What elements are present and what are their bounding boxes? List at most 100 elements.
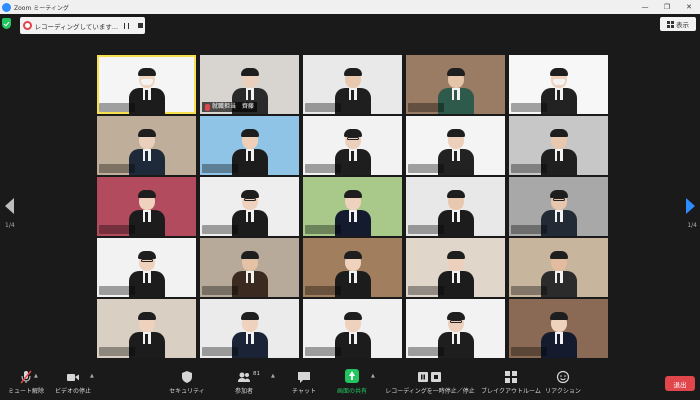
participant-hair (240, 190, 259, 198)
eyeglasses (140, 259, 153, 262)
participant-video-tile[interactable] (200, 177, 299, 236)
participants-count: 81 (253, 371, 260, 377)
participant-video-tile[interactable] (303, 299, 402, 358)
maximize-button[interactable]: ❐ (656, 0, 678, 14)
participant-name-plate (202, 347, 238, 356)
participant-video-tile[interactable] (509, 116, 608, 175)
necktie (248, 334, 251, 344)
recording-controls-icon (417, 369, 443, 383)
participant-name-plate (202, 286, 238, 295)
video-options-chevron-icon[interactable]: ▲ (90, 373, 94, 379)
participant-video-tile[interactable] (97, 55, 196, 114)
close-button[interactable]: ✕ (678, 0, 700, 14)
previous-page-arrow-icon[interactable] (5, 198, 14, 214)
participant-hair (446, 68, 465, 76)
participant-hair (137, 190, 156, 198)
pause-recording-button[interactable] (122, 21, 131, 31)
participant-video-tile[interactable] (406, 299, 505, 358)
participant-video-tile[interactable] (97, 116, 196, 175)
participant-video-tile[interactable] (406, 55, 505, 114)
necktie (454, 151, 457, 161)
participant-video-tile[interactable] (200, 238, 299, 297)
zoom-meeting-window: Zoom ミーティング — ❐ ✕ レコーディングしています... 表示 1/4… (0, 0, 700, 400)
eyeglasses (449, 320, 462, 323)
necktie (557, 212, 560, 222)
participant-hair (549, 68, 568, 76)
participant-name-plate (408, 347, 444, 356)
necktie (351, 90, 354, 100)
reactions-label: リアクション (545, 388, 581, 395)
security-shield-icon (180, 369, 194, 383)
share-screen-button[interactable]: 画面の共有 (332, 360, 372, 400)
video-camera-icon (66, 369, 80, 383)
participant-video-tile[interactable] (509, 177, 608, 236)
participants-options-chevron-icon[interactable]: ▲ (271, 373, 275, 379)
security-button[interactable]: セキュリティ (164, 360, 210, 400)
participant-name-plate (99, 225, 135, 234)
necktie (248, 151, 251, 161)
necktie (351, 212, 354, 222)
participant-name-plate (511, 103, 547, 112)
meeting-toolbar: ミュート解除 ▲ ビデオの停止 ▲ セキュリティ 参加者 81 ▲ チャット 画… (0, 360, 700, 400)
view-label: 表示 (676, 21, 689, 29)
page-indicator-right: 1/4 (687, 222, 697, 229)
participant-video-tile[interactable] (406, 177, 505, 236)
necktie (248, 90, 251, 100)
reactions-button[interactable]: リアクション (544, 360, 582, 400)
leave-meeting-button[interactable]: 退出 (665, 376, 695, 391)
participant-name-plate (99, 164, 135, 173)
share-options-chevron-icon[interactable]: ▲ (371, 373, 375, 379)
stop-video-button[interactable]: ビデオの停止 (50, 360, 96, 400)
participant-video-tile[interactable] (200, 116, 299, 175)
participant-video-tile[interactable] (303, 55, 402, 114)
stop-icon (137, 23, 143, 28)
unmute-button[interactable]: ミュート解除 (4, 360, 48, 400)
participant-hair (240, 129, 259, 137)
next-page-arrow-icon[interactable] (686, 198, 695, 214)
necktie (351, 273, 354, 283)
participant-video-tile[interactable] (509, 238, 608, 297)
recording-icon (23, 21, 32, 30)
chat-button[interactable]: チャット (290, 360, 318, 400)
participant-video-tile[interactable] (97, 299, 196, 358)
participant-name-plate (99, 347, 135, 356)
audio-options-chevron-icon[interactable]: ▲ (34, 373, 38, 379)
participant-video-tile[interactable] (303, 238, 402, 297)
participant-video-tile[interactable] (509, 55, 608, 114)
zoom-logo-icon (2, 2, 11, 12)
necktie (145, 334, 148, 344)
participants-button[interactable]: 参加者 (226, 360, 262, 400)
participants-label: 参加者 (234, 388, 253, 395)
minimize-button[interactable]: — (634, 0, 656, 14)
participants-icon (237, 369, 251, 383)
breakout-rooms-button[interactable]: ブレイクアウトルーム (481, 360, 541, 400)
view-button[interactable]: 表示 (660, 17, 696, 31)
participant-hair (240, 312, 259, 320)
stop-recording-button[interactable] (136, 21, 145, 31)
participant-name-plate (511, 347, 547, 356)
participant-hair (343, 251, 362, 259)
necktie (454, 334, 457, 344)
window-controls: — ❐ ✕ (634, 0, 700, 14)
participant-video-tile[interactable] (406, 238, 505, 297)
participant-video-tile[interactable] (97, 177, 196, 236)
participant-video-tile[interactable] (406, 116, 505, 175)
necktie (351, 151, 354, 161)
participant-hair (240, 251, 259, 259)
participant-video-tile[interactable]: 就職担当 齊藤 (200, 55, 299, 114)
participant-hair (343, 312, 362, 320)
participant-name-plate (99, 103, 135, 112)
participant-video-tile[interactable] (97, 238, 196, 297)
participant-video-tile[interactable] (303, 116, 402, 175)
necktie (557, 90, 560, 100)
chat-label: チャット (292, 388, 316, 395)
pause-stop-recording-button[interactable]: レコーディングを一時停止／停止 (382, 360, 478, 400)
necktie (454, 90, 457, 100)
encryption-shield-icon[interactable] (2, 18, 11, 29)
necktie (557, 273, 560, 283)
participant-name-plate (202, 164, 238, 173)
unmute-label: ミュート解除 (7, 388, 44, 395)
participant-video-tile[interactable] (200, 299, 299, 358)
participant-video-tile[interactable] (303, 177, 402, 236)
participant-video-tile[interactable] (509, 299, 608, 358)
